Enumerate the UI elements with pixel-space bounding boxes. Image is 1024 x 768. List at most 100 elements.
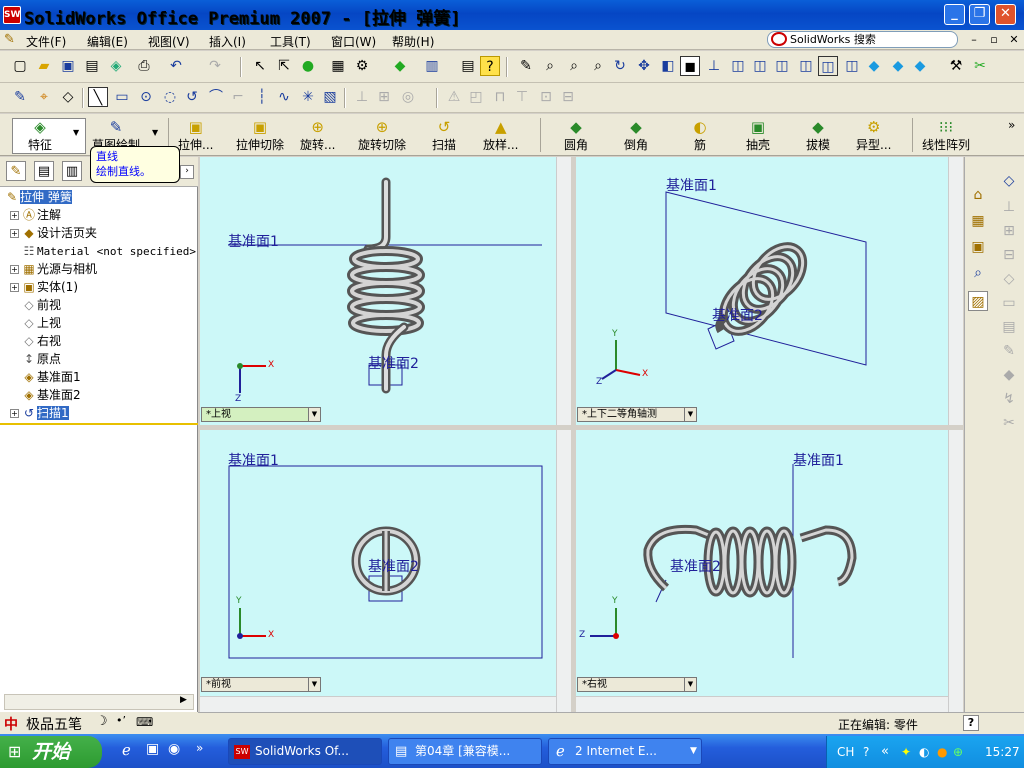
media-quicklaunch-icon[interactable]: ◉: [168, 741, 180, 757]
more-commands-icon[interactable]: »: [1008, 118, 1015, 132]
rectangle-icon[interactable]: ▭: [112, 87, 132, 107]
open-file-icon[interactable]: ▰: [34, 56, 54, 76]
ime-keyboard-icon[interactable]: ⌨: [136, 715, 153, 729]
maximize-button[interactable]: ❐: [969, 4, 990, 25]
scroll-right-icon[interactable]: ▶: [180, 695, 187, 705]
extrude-cut-button[interactable]: ▣ 拉伸切除: [236, 118, 284, 153]
3pt-arc-icon[interactable]: ⌒: [206, 87, 226, 107]
menu-window[interactable]: 窗口(W): [331, 31, 376, 52]
pane-tool-icon[interactable]: ✂: [999, 413, 1019, 433]
shell-button[interactable]: ▣ 抽壳: [746, 118, 770, 153]
menu-insert[interactable]: 插入(I): [209, 31, 246, 52]
make-drawing-icon[interactable]: ▤: [82, 56, 102, 76]
zoom-fit-icon[interactable]: ⌕: [540, 56, 560, 76]
back-view-icon[interactable]: ◫: [750, 56, 770, 76]
tree-item-material[interactable]: +☷Material <not specified>: [10, 242, 196, 260]
view-orientation-bottom-left[interactable]: *前视 ▼: [201, 677, 321, 692]
right-view-icon[interactable]: ◫: [796, 56, 816, 76]
menu-edit[interactable]: 编辑(E): [87, 31, 128, 52]
options-icon[interactable]: ⚙: [352, 56, 372, 76]
hole-wizard-button[interactable]: ⚙ 异型...: [856, 118, 891, 153]
display-relations-icon[interactable]: ⊞: [374, 87, 394, 107]
ie-quicklaunch-icon[interactable]: ℯ: [122, 741, 131, 759]
tray-app-icon[interactable]: ●: [937, 736, 947, 768]
construction-geometry-icon[interactable]: ▧: [320, 87, 340, 107]
pane-tool-icon[interactable]: ↯: [999, 389, 1019, 409]
configuration-tab-icon[interactable]: ▥: [62, 161, 82, 181]
doc-close-icon[interactable]: ✕: [1006, 32, 1022, 47]
pane-tool-icon[interactable]: ⊥: [999, 197, 1019, 217]
task-internet-explorer[interactable]: 2 Internet E...: [548, 738, 702, 765]
more-quicklaunch-icon[interactable]: »: [196, 741, 203, 755]
tree-item-plane1[interactable]: +◈基准面1: [10, 368, 80, 386]
undo-icon[interactable]: ↶: [166, 56, 186, 76]
rib-button[interactable]: ◐ 筋: [690, 118, 710, 153]
dimetric-view-icon[interactable]: ◆: [910, 56, 930, 76]
viewport-top-left[interactable]: 基准面1 基准面2 X Z *上视 ▼: [200, 157, 571, 425]
view-palette-icon[interactable]: ◇: [999, 171, 1019, 191]
linear-pattern-button[interactable]: ⁝⁝⁝ 线性阵列: [922, 118, 970, 153]
point-icon[interactable]: ✳: [298, 87, 318, 107]
front-view-icon[interactable]: ◫: [728, 56, 748, 76]
tray-help-icon[interactable]: ?: [863, 736, 869, 768]
rollback-bar[interactable]: [0, 423, 198, 425]
view-orientation-top-left[interactable]: *上视 ▼: [201, 407, 321, 422]
view-orientation-top-right[interactable]: *上下二等角轴测 ▼: [577, 407, 697, 422]
fillet-button[interactable]: ◆ 圆角: [564, 118, 588, 153]
viewport-scrollbar[interactable]: [948, 430, 963, 712]
language-indicator[interactable]: CH: [837, 736, 854, 768]
shaded-view-icon[interactable]: ◼: [680, 56, 700, 76]
extend-icon[interactable]: ⊤: [512, 87, 532, 107]
viewport-bottom-left[interactable]: 基准面1 基准面2 Y X *前视 ▼: [200, 430, 571, 712]
circle-icon[interactable]: ⊙: [136, 87, 156, 107]
ime-name[interactable]: 极品五笔: [26, 714, 82, 734]
tray-network-icon[interactable]: ◐: [919, 736, 929, 768]
toolbox-icon[interactable]: ⚒: [946, 56, 966, 76]
pane-tool-icon[interactable]: ▭: [999, 293, 1019, 313]
centerpoint-arc-icon[interactable]: ◌: [160, 87, 180, 107]
tree-item-sweep1[interactable]: + ↺ 扫描1: [10, 404, 69, 422]
tree-item-annotations[interactable]: + Ⓐ 注解: [10, 206, 61, 224]
menu-tools[interactable]: 工具(T): [270, 31, 311, 52]
pane-tool-icon[interactable]: ⊞: [999, 221, 1019, 241]
move-entities-icon[interactable]: ⊡: [536, 87, 556, 107]
make-assembly-icon[interactable]: ◈: [106, 56, 126, 76]
select-icon[interactable]: ↖: [250, 56, 270, 76]
iso-view-icon[interactable]: ◆: [864, 56, 884, 76]
app-icon[interactable]: SW: [3, 6, 21, 24]
viewport-bottom-right[interactable]: 基准面1 基准面2 Y Z *右视 ▼: [576, 430, 963, 712]
task-word[interactable]: 第04章 [兼容模...: [388, 738, 542, 765]
trimetric-view-icon[interactable]: ◆: [888, 56, 908, 76]
tree-item-top-plane[interactable]: +◇上视: [10, 314, 61, 332]
line-icon[interactable]: ╲: [88, 87, 108, 107]
tab-features-label[interactable]: ◈ 特征: [28, 118, 52, 153]
print-icon[interactable]: ⎙: [134, 56, 154, 76]
viewport-scrollbar[interactable]: [556, 430, 571, 712]
select-filter-icon[interactable]: ⇱: [274, 56, 294, 76]
bottom-view-icon[interactable]: ◫: [842, 56, 862, 76]
feature-tree-tab-icon[interactable]: ✎: [6, 161, 26, 181]
spline-icon[interactable]: ∿: [274, 87, 294, 107]
view-layout-icon[interactable]: ▥: [422, 56, 442, 76]
ime-logo-icon[interactable]: 中: [4, 714, 18, 734]
design-library-icon[interactable]: ▦: [968, 211, 988, 231]
revolve-button[interactable]: ⊕ 旋转...: [300, 118, 335, 153]
viewport-scrollbar[interactable]: [556, 157, 571, 425]
tree-item-front-plane[interactable]: +◇前视: [10, 296, 61, 314]
tree-item-solid-bodies[interactable]: + ▣ 实体(1): [10, 278, 78, 296]
copy-entities-icon[interactable]: ⊟: [558, 87, 578, 107]
property-manager-tab-icon[interactable]: ▤: [34, 161, 54, 181]
search-pane-icon[interactable]: ⌕: [968, 263, 988, 283]
menu-file[interactable]: 文件(F): [26, 31, 66, 52]
pan-icon[interactable]: ✥: [634, 56, 654, 76]
tangent-arc-icon[interactable]: ↺: [182, 87, 202, 107]
tree-item-design-binder[interactable]: + ◆ 设计活页夹: [10, 224, 97, 242]
addin-icon[interactable]: ✂: [970, 56, 990, 76]
tray-back-icon[interactable]: «: [881, 736, 889, 768]
pane-tool-icon[interactable]: ◇: [999, 269, 1019, 289]
close-button[interactable]: ✕: [995, 4, 1016, 25]
properties-icon[interactable]: ▤: [458, 56, 478, 76]
viewport-hscrollbar[interactable]: [200, 696, 556, 712]
smart-dimension-icon[interactable]: ⌖: [34, 87, 54, 107]
measure-icon[interactable]: ◆: [390, 56, 410, 76]
